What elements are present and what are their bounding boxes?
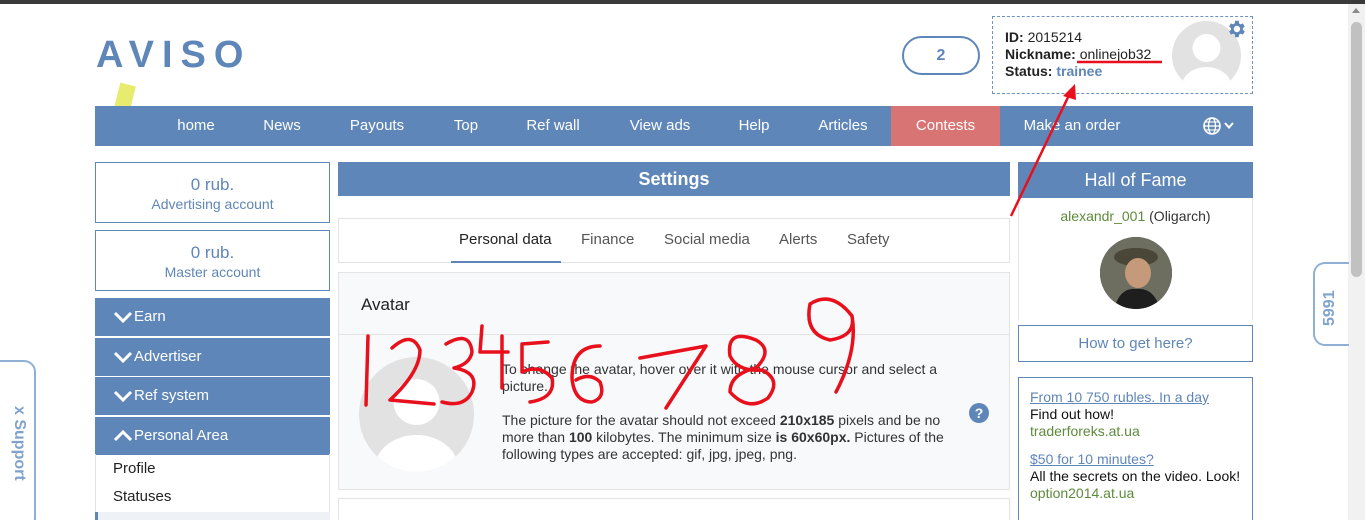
settings-tabs: Personal data Finance Social media Alert…: [338, 218, 1010, 263]
next-panel: [338, 498, 1010, 520]
divider: [339, 334, 1009, 335]
hall-of-fame-role: (Oligarch): [1149, 208, 1211, 224]
chevron-up-icon: [113, 430, 133, 442]
profile-info: ID: 2015214 Nickname: onlinejob32 Status…: [1005, 29, 1151, 80]
avatar-title: Avatar: [361, 295, 410, 314]
ad-text: Find out how!: [1030, 406, 1115, 422]
ad-link[interactable]: $50 for 10 minutes?: [1030, 451, 1241, 468]
notification-counter[interactable]: 2: [902, 36, 980, 75]
tab-alerts[interactable]: Alerts: [779, 231, 817, 248]
gear-icon[interactable]: [1225, 18, 1247, 40]
sidebar-personal-area-label: Personal Area: [134, 427, 229, 444]
main-nav: home News Payouts Top Ref wall View ads …: [95, 106, 1253, 146]
nav-news[interactable]: News: [243, 106, 321, 146]
help-icon[interactable]: ?: [969, 403, 989, 423]
nav-home[interactable]: home: [157, 106, 235, 146]
nav-payouts[interactable]: Payouts: [335, 106, 419, 146]
scrollbar-thumb[interactable]: [1351, 22, 1362, 277]
nav-top[interactable]: Top: [433, 106, 499, 146]
sidebar-advertiser[interactable]: Advertiser: [95, 338, 330, 376]
sidebar-item-statuses[interactable]: Statuses: [95, 488, 330, 505]
hall-of-fame-avatar[interactable]: [1100, 237, 1172, 309]
status-label: Status:: [1005, 63, 1053, 79]
tab-safety[interactable]: Safety: [847, 231, 890, 248]
window-top-border: [0, 0, 1365, 4]
nav-view-ads[interactable]: View ads: [615, 106, 705, 146]
avatar-upload[interactable]: [359, 357, 474, 472]
nav-articles[interactable]: Articles: [803, 106, 883, 146]
support-label: x Support: [11, 406, 28, 481]
sidebar-item-settings-active[interactable]: [95, 512, 330, 520]
chevron-down-icon: [113, 311, 133, 324]
advertising-balance: 0 rub.: [190, 175, 235, 194]
id-value: 2015214: [1027, 29, 1083, 45]
advertising-account-label: Advertising account: [151, 196, 274, 212]
sidebar-personal-area[interactable]: Personal Area: [95, 417, 330, 455]
avatar-placeholder-icon: [374, 379, 459, 472]
user-photo-icon: [1100, 237, 1172, 309]
profile-box: ID: 2015214 Nickname: onlinejob32 Status…: [992, 16, 1253, 94]
tab-social-media[interactable]: Social media: [664, 231, 750, 248]
advertising-account-box[interactable]: 0 rub. Advertising account: [95, 162, 330, 223]
avatar-instructions: To change the avatar, hover over it with…: [502, 361, 938, 394]
status-value[interactable]: trainee: [1056, 63, 1102, 79]
ad-link[interactable]: From 10 750 rubles. In a day: [1030, 389, 1241, 406]
id-label: ID:: [1005, 29, 1024, 45]
support-tab[interactable]: x Support: [0, 360, 36, 520]
online-count: 5991: [1321, 290, 1338, 326]
avatar-requirements: The picture for the avatar should not ex…: [502, 412, 944, 462]
avatar-panel: Avatar To change the avatar, hover over …: [338, 272, 1010, 490]
ad-site[interactable]: option2014.at.ua: [1030, 485, 1241, 502]
online-count-tab[interactable]: 5991: [1313, 262, 1349, 346]
nav-make-an-order[interactable]: Make an order: [1007, 106, 1137, 146]
nickname-label: Nickname:: [1005, 46, 1076, 62]
sidebar-ref-system[interactable]: Ref system: [95, 377, 330, 415]
hall-of-fame-body: alexandr_001 (Oligarch): [1018, 198, 1253, 320]
nav-help[interactable]: Help: [719, 106, 789, 146]
scroll-up-arrow-icon[interactable]: [1352, 8, 1360, 13]
chevron-down-icon: [113, 390, 133, 403]
master-balance: 0 rub.: [190, 243, 235, 262]
page-title: Settings: [338, 162, 1010, 196]
master-account-box[interactable]: 0 rub. Master account: [95, 230, 330, 291]
nav-contests[interactable]: Contests: [891, 106, 1000, 146]
tab-personal-data[interactable]: Personal data: [459, 231, 552, 248]
ad-site[interactable]: traderforeks.at.ua: [1030, 423, 1241, 440]
nav-ref-wall[interactable]: Ref wall: [513, 106, 593, 146]
how-to-get-here-button[interactable]: How to get here?: [1018, 325, 1253, 362]
ads-block: From 10 750 rubles. In a day Find out ho…: [1018, 377, 1253, 520]
site-logo[interactable]: AVISO: [96, 34, 251, 77]
hall-of-fame-user: alexandr_001 (Oligarch): [1019, 208, 1252, 224]
sidebar-ref-system-label: Ref system: [134, 387, 210, 404]
hall-of-fame-title: Hall of Fame: [1018, 162, 1253, 198]
sidebar-earn[interactable]: Earn: [95, 298, 330, 336]
globe-icon[interactable]: [1201, 115, 1241, 137]
hall-of-fame-username[interactable]: alexandr_001: [1060, 208, 1145, 224]
active-tab-indicator: [451, 261, 561, 263]
sidebar-earn-label: Earn: [134, 308, 166, 325]
master-account-label: Master account: [164, 264, 261, 280]
nickname-value: onlinejob32: [1079, 46, 1152, 62]
sidebar-advertiser-label: Advertiser: [134, 348, 202, 365]
chevron-down-icon: [113, 351, 133, 364]
ad-text: All the secrets on the video. Look!: [1030, 468, 1241, 484]
sidebar-item-profile[interactable]: Profile: [95, 460, 330, 477]
tab-finance[interactable]: Finance: [581, 231, 634, 248]
